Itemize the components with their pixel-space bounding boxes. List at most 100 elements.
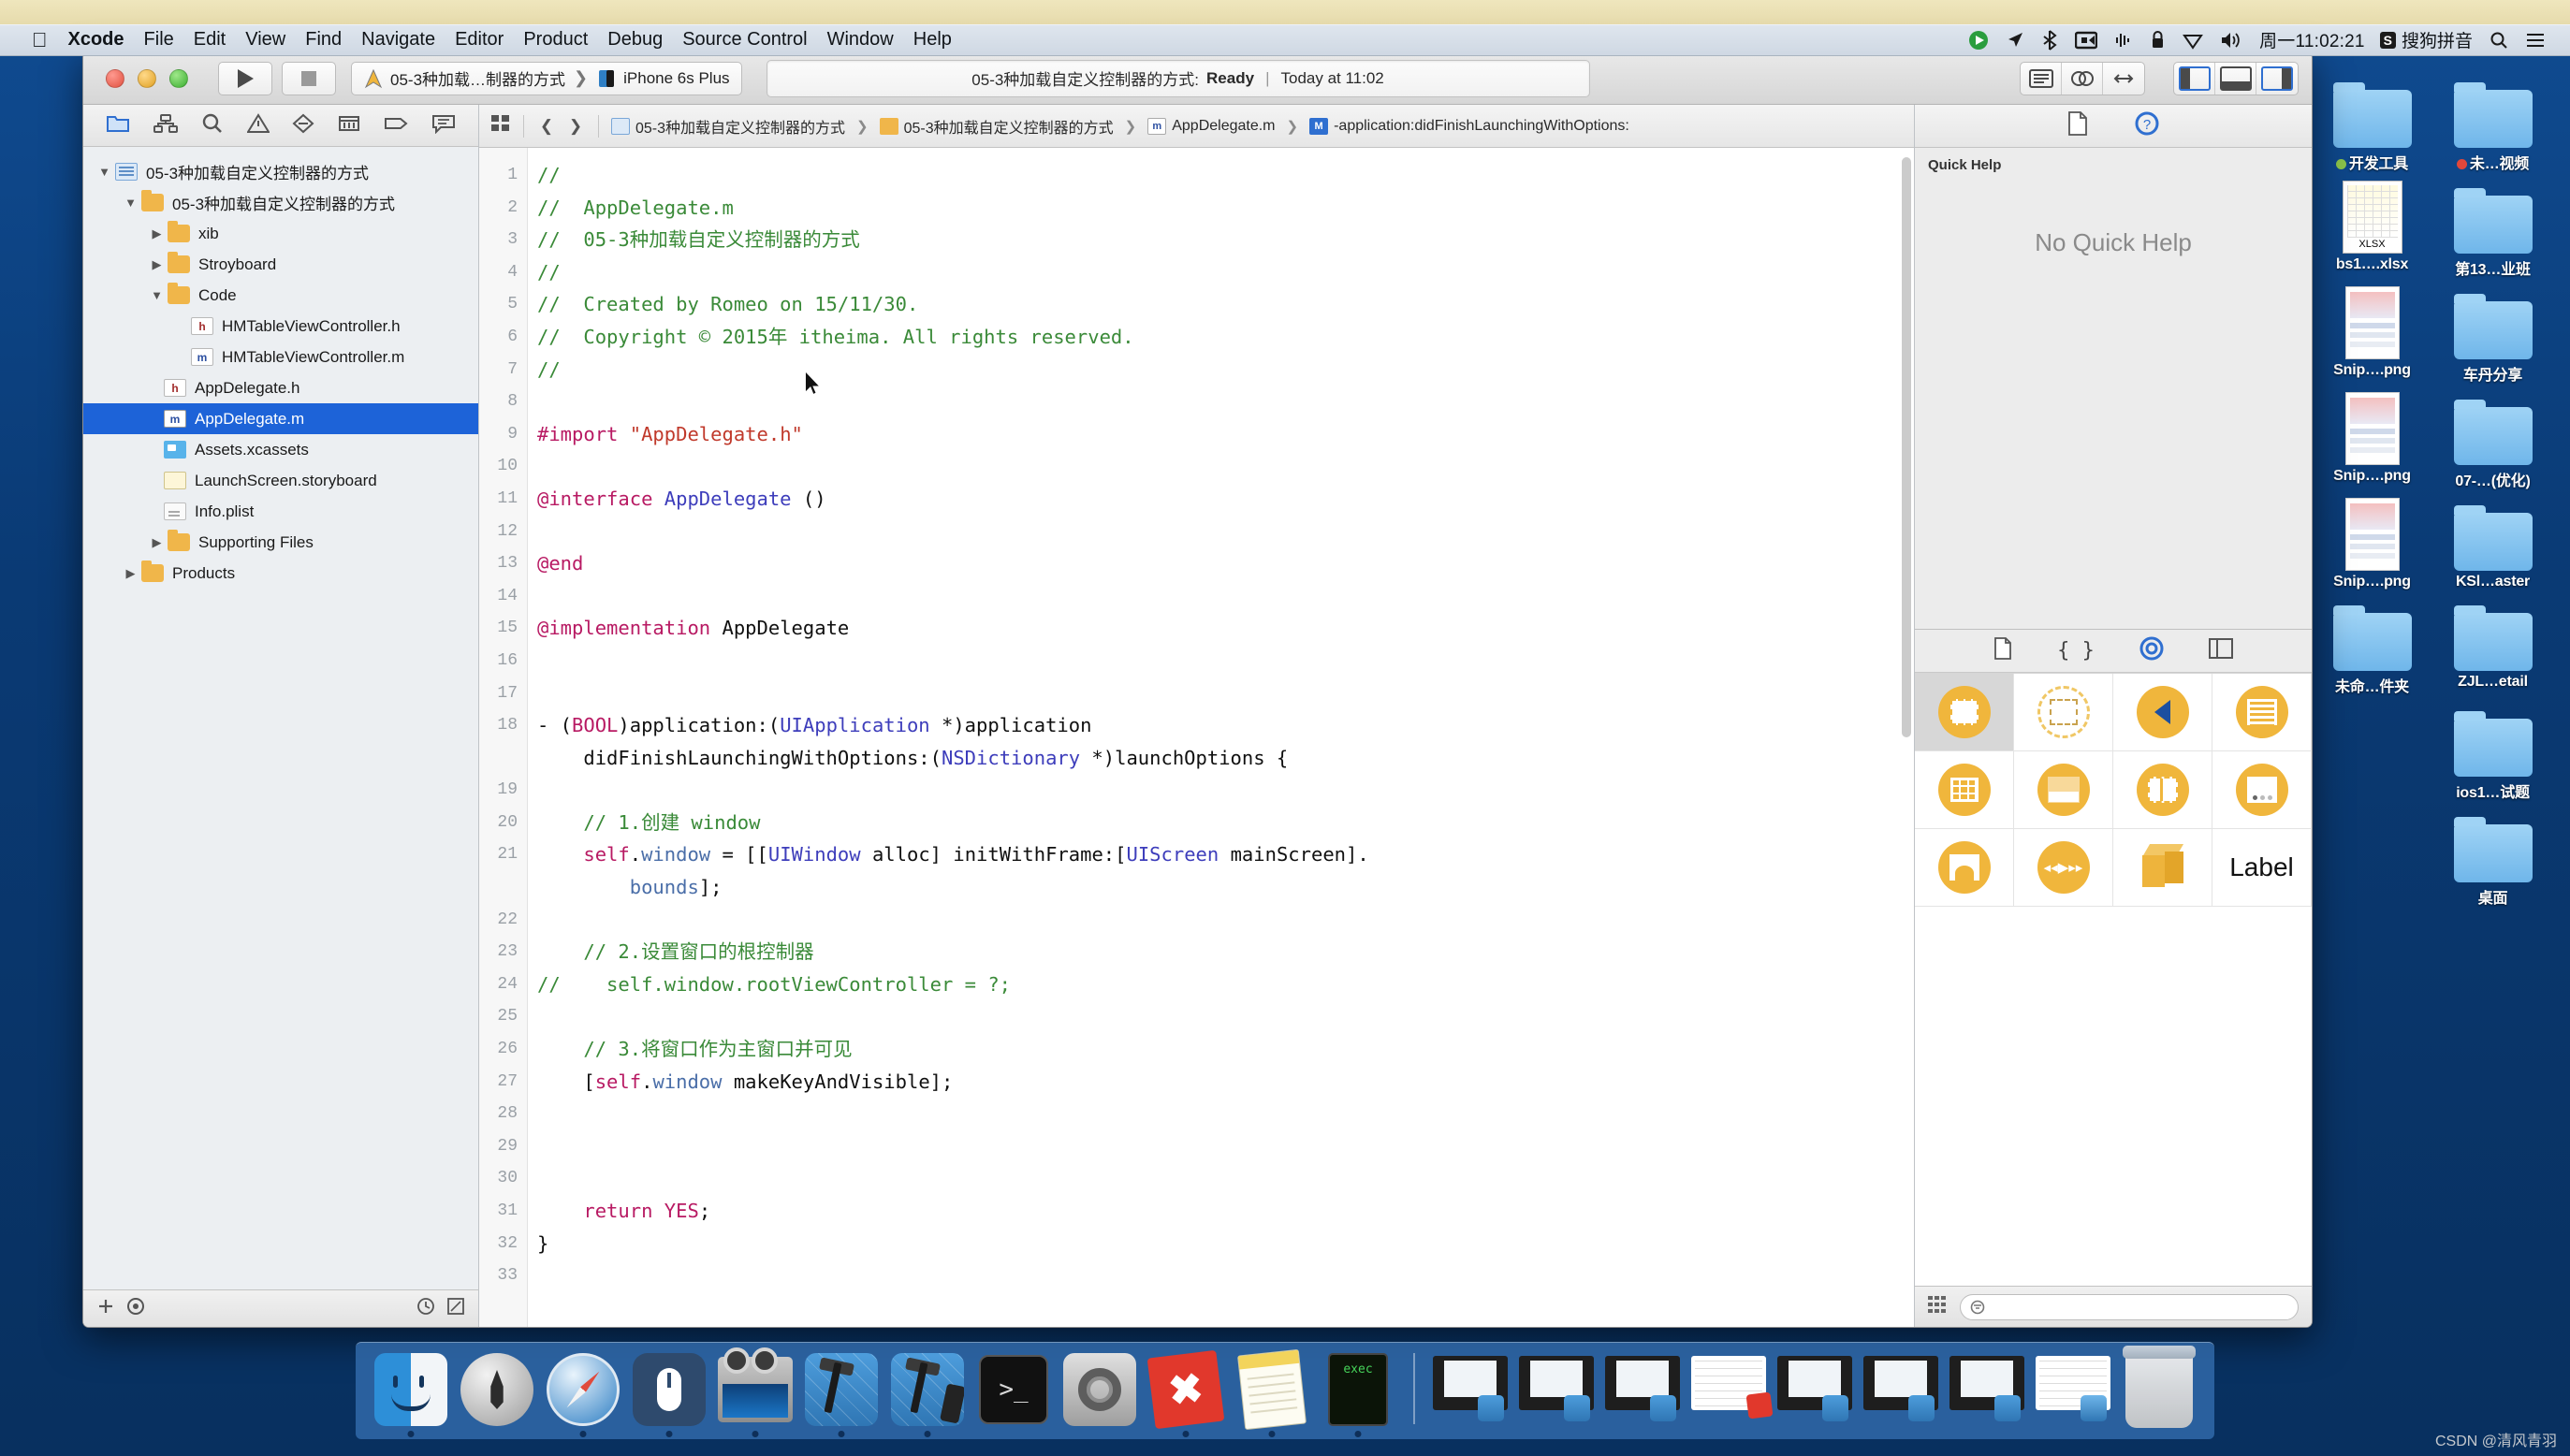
window-traffic-lights[interactable] bbox=[106, 68, 188, 88]
dock-item-notes[interactable] bbox=[1232, 1348, 1312, 1437]
project-navigator-icon[interactable] bbox=[106, 113, 130, 138]
menu-item-product[interactable]: Product bbox=[523, 29, 588, 51]
dock-item-xcode[interactable] bbox=[801, 1349, 882, 1437]
tab-bar-controller-object[interactable] bbox=[2014, 751, 2113, 829]
tree-row-project[interactable]: ▼ 05-3种加载自定义控制器的方式 bbox=[83, 156, 478, 187]
desktop-icon-xlsx[interactable]: XLSX bs1….xlsx bbox=[2315, 179, 2429, 279]
menu-item-file[interactable]: File bbox=[144, 29, 174, 51]
related-items-icon[interactable] bbox=[490, 115, 511, 137]
search-icon[interactable] bbox=[2490, 31, 2508, 50]
dock-item-safari[interactable] bbox=[543, 1349, 623, 1437]
library-footer[interactable] bbox=[1915, 1286, 2312, 1327]
utilities-panel[interactable]: ? Quick Help No Quick Help { } ◂◂▶▸▸ Lab… bbox=[1914, 105, 2312, 1327]
tree-row-infoplist[interactable]: Info.plist bbox=[83, 496, 478, 527]
utilities-toggle-icon[interactable] bbox=[2256, 63, 2298, 95]
breadcrumb-group[interactable]: 05-3种加载自定义控制器的方式 bbox=[879, 115, 1114, 138]
navigator-tab-bar[interactable] bbox=[83, 105, 478, 147]
menu-item-navigate[interactable]: Navigate bbox=[361, 29, 435, 51]
dock-minimized-document[interactable] bbox=[1688, 1349, 1774, 1430]
tree-row-appdelegate-m[interactable]: m AppDelegate.m bbox=[83, 403, 478, 434]
label-object[interactable]: Label bbox=[2212, 829, 2312, 907]
source-control-icon[interactable] bbox=[446, 1297, 465, 1320]
zoom-button[interactable] bbox=[169, 68, 188, 88]
dock-item-xmind[interactable]: ✖ bbox=[1146, 1349, 1226, 1437]
desktop-icon-folder[interactable]: KSl…aster bbox=[2436, 496, 2549, 590]
macos-menu-bar[interactable]:  Xcode File Edit View Find Navigate Edi… bbox=[0, 24, 2570, 56]
file-inspector-icon[interactable] bbox=[2067, 111, 2088, 140]
vertical-scrollbar[interactable] bbox=[1902, 157, 1911, 737]
tree-row-group[interactable]: ▼ 05-3种加载自定义控制器的方式 bbox=[83, 187, 478, 218]
menu-item-find[interactable]: Find bbox=[305, 29, 342, 51]
menu-item-view[interactable]: View bbox=[245, 29, 285, 51]
desktop-icon-folder[interactable]: 未…视频 bbox=[2436, 73, 2549, 173]
navigator-panel[interactable]: ▼ 05-3种加载自定义控制器的方式 ▼ 05-3种加载自定义控制器的方式 ▶ … bbox=[83, 105, 479, 1327]
inspector-tab-bar[interactable]: ? bbox=[1915, 105, 2312, 148]
desktop-icon-folder[interactable]: 第13…业班 bbox=[2436, 179, 2549, 279]
source-editor[interactable]: ❮ ❯ 05-3种加载自定义控制器的方式 ❯ 05-3种加载自定义控制器的方式 … bbox=[479, 105, 1914, 1327]
scheme-selector[interactable]: 05-3种加载…制器的方式 ❯ iPhone 6s Plus bbox=[351, 61, 742, 95]
toolbar-right-controls[interactable] bbox=[2020, 61, 2299, 95]
av-player-controller-object[interactable]: ◂◂▶▸▸ bbox=[2014, 829, 2113, 907]
project-navigator-tree[interactable]: ▼ 05-3种加载自定义控制器的方式 ▼ 05-3种加载自定义控制器的方式 ▶ … bbox=[83, 147, 478, 1289]
dropbox-icon[interactable] bbox=[1968, 30, 1989, 51]
breadcrumb-file[interactable]: m AppDelegate.m bbox=[1147, 117, 1276, 135]
tree-row-hmtableviewcontroller-m[interactable]: m HMTableViewController.m bbox=[83, 342, 478, 372]
breakpoint-navigator-icon[interactable] bbox=[384, 113, 408, 138]
run-button[interactable] bbox=[218, 61, 272, 95]
stop-button[interactable] bbox=[282, 61, 336, 95]
navigator-toggle-icon[interactable] bbox=[2174, 62, 2215, 95]
view-controller-object[interactable] bbox=[1915, 674, 2014, 751]
tree-row-products[interactable]: ▶ Products bbox=[83, 558, 478, 589]
dock-item-exec[interactable]: exec bbox=[1318, 1349, 1398, 1437]
menu-item-editor[interactable]: Editor bbox=[455, 29, 504, 51]
desktop-icon-folder[interactable]: ios1…试题 bbox=[2436, 702, 2549, 802]
version-editor-icon[interactable] bbox=[2103, 63, 2144, 95]
tree-row-code[interactable]: ▼ Code bbox=[83, 280, 478, 311]
menu-item-source-control[interactable]: Source Control bbox=[682, 29, 807, 51]
desktop-icon-folder[interactable]: 未命…件夹 bbox=[2315, 596, 2429, 696]
page-view-controller-object[interactable] bbox=[2212, 751, 2312, 829]
split-view-controller-object[interactable] bbox=[2113, 751, 2212, 829]
dock-minimized-window[interactable] bbox=[1947, 1349, 2027, 1430]
disclosure-triangle-icon[interactable]: ▼ bbox=[123, 196, 139, 210]
dock-minimized-window[interactable] bbox=[1774, 1349, 1855, 1430]
dock-item-terminal[interactable]: >_ bbox=[973, 1349, 1054, 1430]
recent-clock-icon[interactable] bbox=[416, 1297, 435, 1320]
code-snippet-library-icon[interactable]: { } bbox=[2057, 639, 2095, 662]
desktop-icon-folder[interactable]: 车丹分享 bbox=[2436, 284, 2549, 385]
tree-row-launchscreen[interactable]: LaunchScreen.storyboard bbox=[83, 465, 478, 496]
wifi-icon[interactable] bbox=[2183, 31, 2203, 50]
symbol-navigator-icon[interactable] bbox=[153, 113, 179, 138]
breadcrumb-project[interactable]: 05-3种加载自定义控制器的方式 bbox=[611, 115, 845, 138]
tree-row-appdelegate-h[interactable]: h AppDelegate.h bbox=[83, 372, 478, 403]
navigator-footer[interactable] bbox=[83, 1289, 478, 1327]
navigation-controller-object[interactable] bbox=[2113, 674, 2212, 751]
macos-dock[interactable]: >_ ✖ exec bbox=[356, 1342, 2214, 1439]
disclosure-triangle-icon[interactable]: ▼ bbox=[96, 165, 112, 179]
screen-recording-icon[interactable] bbox=[2075, 31, 2098, 50]
disclosure-triangle-icon[interactable]: ▶ bbox=[149, 226, 165, 241]
disclosure-triangle-icon[interactable]: ▼ bbox=[149, 288, 165, 302]
jump-bar[interactable]: ❮ ❯ 05-3种加载自定义控制器的方式 ❯ 05-3种加载自定义控制器的方式 … bbox=[479, 105, 1914, 148]
tree-row-supporting-files[interactable]: ▶ Supporting Files bbox=[83, 527, 478, 558]
desktop-icon-folder[interactable]: 桌面 bbox=[2436, 808, 2549, 908]
object-library-grid[interactable]: ◂◂▶▸▸ Label bbox=[1915, 673, 2312, 1286]
menu-item-edit[interactable]: Edit bbox=[194, 29, 226, 51]
file-template-library-icon[interactable] bbox=[1993, 637, 2012, 664]
debug-navigator-icon[interactable] bbox=[338, 113, 360, 138]
disclosure-triangle-icon[interactable]: ▶ bbox=[123, 566, 139, 581]
grid-view-icon[interactable] bbox=[1928, 1296, 1949, 1318]
object-library-icon[interactable] bbox=[2139, 636, 2164, 665]
xcode-toolbar[interactable]: 05-3种加载…制器的方式 ❯ iPhone 6s Plus 05-3种加载自定… bbox=[83, 52, 2312, 105]
code-text[interactable]: // // AppDelegate.m // 05-3种加载自定义控制器的方式 … bbox=[528, 148, 1914, 1327]
audio-waveform-icon[interactable] bbox=[2114, 31, 2133, 50]
source-code[interactable]: // // AppDelegate.m // 05-3种加载自定义控制器的方式 … bbox=[537, 159, 1914, 1292]
lock-icon[interactable] bbox=[2150, 30, 2166, 50]
library-filter-input[interactable] bbox=[1960, 1293, 2299, 1320]
code-area[interactable]: 1 2 3 4 5 6 7 8 9 10 11 12 13 14 15 16 17 18 19 20 21 22 23 24 2… bbox=[479, 148, 1914, 1327]
glkit-view-controller-object[interactable] bbox=[2113, 829, 2212, 907]
dock-item-finder[interactable] bbox=[371, 1349, 451, 1437]
dock-item-trash[interactable] bbox=[2119, 1346, 2199, 1430]
media-library-icon[interactable] bbox=[2208, 638, 2233, 663]
disclosure-triangle-icon[interactable]: ▶ bbox=[149, 535, 165, 550]
